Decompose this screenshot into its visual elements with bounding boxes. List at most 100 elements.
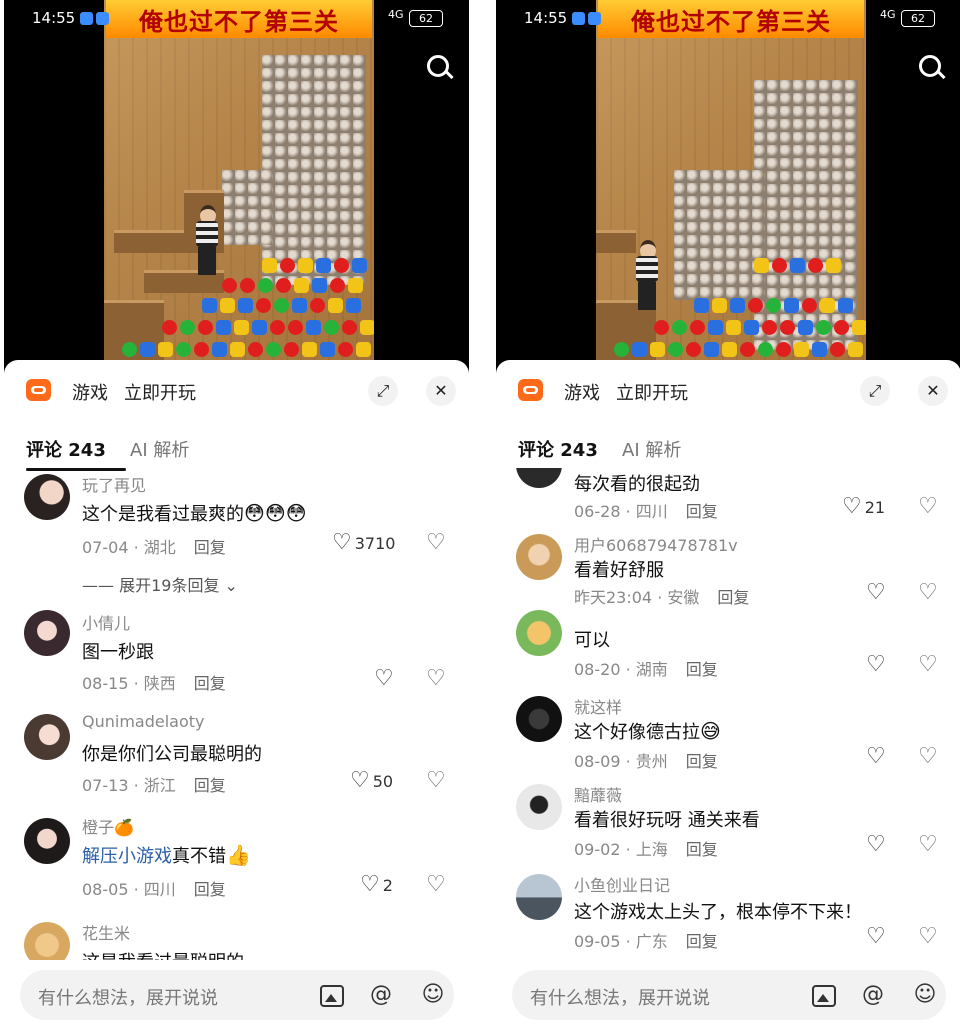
reply-button[interactable]: 回复 — [194, 538, 226, 557]
at-icon[interactable]: @ — [860, 982, 886, 1008]
dislike-icon[interactable]: ♡ — [918, 496, 938, 518]
character-figure — [192, 205, 222, 275]
heart-icon: ♡ — [332, 530, 352, 555]
game-icon — [518, 379, 543, 401]
like-button[interactable]: ♡ — [374, 668, 394, 690]
game-icon — [26, 379, 51, 401]
comment-author[interactable]: 就这样 — [574, 694, 622, 718]
dislike-icon[interactable]: ♡ — [426, 668, 446, 690]
tab-ai-analysis[interactable]: AI 解析 — [130, 436, 189, 462]
comment-list[interactable]: 玩了再见 这个是我看过最爽的😳😳😳 07-04 · 湖北 回复 ♡ 3710 ♡ —… — [4, 468, 469, 960]
phone-screen-right: 俺也过不了第三关 14:55 4G 62 游戏 立即开玩 ⤢ ✕ 评论 243 … — [496, 0, 960, 1024]
phone-screen-left: 俺也过不了第三关 14:55 4G 62 游戏 立即开玩 ⤢ ✕ 评论 243 … — [4, 0, 469, 1024]
comment-author[interactable]: 橙子🍊 — [82, 814, 134, 838]
tab-comments[interactable]: 评论 243 — [26, 436, 106, 462]
emoji-icon[interactable]: ☺ — [420, 982, 446, 1008]
like-button[interactable]: ♡ 2 — [360, 874, 393, 896]
avatar[interactable] — [516, 696, 562, 742]
comment-author[interactable]: 小鱼创业日记 — [574, 872, 670, 896]
heart-icon: ♡ — [866, 744, 886, 769]
tab-ai-analysis[interactable]: AI 解析 — [622, 436, 681, 462]
panel-header: 游戏 立即开玩 ⤢ ✕ — [24, 376, 456, 406]
comment-author[interactable]: 黯蘼薇 — [574, 782, 622, 806]
comment-author[interactable]: 玩了再见 — [82, 472, 146, 496]
comment-author[interactable]: 小倩儿 — [82, 610, 130, 634]
reply-button[interactable]: 回复 — [686, 660, 718, 679]
dislike-icon[interactable]: ♡ — [918, 834, 938, 856]
reply-button[interactable]: 回复 — [194, 880, 226, 899]
game-link[interactable]: 解压小游戏 — [82, 846, 172, 867]
notification-icons — [80, 12, 109, 25]
comment-input-bar[interactable]: 有什么想法，展开说说 @ ☺ — [20, 970, 454, 1020]
search-icon[interactable] — [916, 52, 946, 82]
comment-meta: 06-28 · 四川 回复 — [574, 502, 718, 521]
video-player[interactable]: 俺也过不了第三关 14:55 4G 62 — [4, 0, 469, 372]
comment-input[interactable]: 有什么想法，展开说说 — [530, 984, 710, 1010]
comment-meta: 08-15 · 陕西 回复 — [82, 674, 226, 693]
comment-author[interactable]: 用户606879478781v — [574, 532, 738, 556]
reply-button[interactable]: 回复 — [194, 674, 226, 693]
expand-icon[interactable]: ⤢ — [368, 376, 398, 406]
heart-icon: ♡ — [374, 666, 394, 691]
reply-button[interactable]: 回复 — [717, 588, 749, 607]
like-button[interactable]: ♡ — [866, 834, 886, 856]
comment-list[interactable]: 每次看的很起劲 06-28 · 四川 回复 ♡ 21 ♡ 用户60687947878… — [496, 468, 960, 960]
dislike-icon[interactable]: ♡ — [426, 532, 446, 554]
video-player[interactable]: 俺也过不了第三关 14:55 4G 62 — [496, 0, 960, 372]
close-icon[interactable]: ✕ — [426, 376, 456, 406]
reply-button[interactable]: 回复 — [686, 840, 718, 859]
avatar[interactable] — [516, 468, 562, 488]
dislike-icon[interactable]: ♡ — [918, 582, 938, 604]
tab-comments[interactable]: 评论 243 — [518, 436, 598, 462]
image-icon[interactable] — [812, 985, 836, 1007]
dislike-icon[interactable]: ♡ — [426, 874, 446, 896]
heart-icon: ♡ — [842, 494, 862, 519]
comment-input-bar[interactable]: 有什么想法，展开说说 @ ☺ — [512, 970, 946, 1020]
like-button[interactable]: ♡ 3710 — [332, 532, 395, 554]
avatar[interactable] — [24, 714, 70, 760]
reply-button[interactable]: 回复 — [194, 776, 226, 795]
reply-button[interactable]: 回复 — [686, 932, 718, 951]
comment-author[interactable]: 花生米 — [82, 920, 130, 944]
reply-button[interactable]: 回复 — [686, 502, 718, 521]
like-button[interactable]: ♡ — [866, 582, 886, 604]
emoji: 😳😳😳 — [244, 501, 307, 525]
play-now-link[interactable]: 立即开玩 — [616, 379, 688, 405]
avatar[interactable] — [24, 922, 70, 960]
expand-replies-button[interactable]: —— 展开19条回复 ⌄ — [82, 572, 238, 596]
avatar[interactable] — [516, 784, 562, 830]
reply-button[interactable]: 回复 — [686, 752, 718, 771]
comment-text: 可以 — [574, 630, 610, 651]
like-button[interactable]: ♡ — [866, 926, 886, 948]
close-icon[interactable]: ✕ — [918, 376, 948, 406]
comment-tabs: 评论 243 AI 解析 — [26, 436, 446, 471]
comment-input[interactable]: 有什么想法，展开说说 — [38, 984, 218, 1010]
comment-text: 你是你们公司最聪明的 — [82, 744, 262, 765]
avatar[interactable] — [24, 818, 70, 864]
avatar[interactable] — [516, 874, 562, 920]
play-now-link[interactable]: 立即开玩 — [124, 379, 196, 405]
avatar[interactable] — [24, 474, 70, 520]
search-icon[interactable] — [424, 52, 454, 82]
image-icon[interactable] — [320, 985, 344, 1007]
battery-icon: 62 — [901, 10, 935, 27]
comment-panel: 游戏 立即开玩 ⤢ ✕ 评论 243 AI 解析 每次看的很起劲 06-28 ·… — [496, 360, 960, 1024]
like-button[interactable]: ♡ 50 — [350, 770, 393, 792]
comment-panel: 游戏 立即开玩 ⤢ ✕ 评论 243 AI 解析 玩了再见 这个是我看过最爽的😳… — [4, 360, 469, 1024]
comment-meta: 08-09 · 贵州 回复 — [574, 752, 718, 771]
avatar[interactable] — [516, 610, 562, 656]
like-button[interactable]: ♡ — [866, 746, 886, 768]
like-button[interactable]: ♡ 21 — [842, 496, 885, 518]
expand-icon[interactable]: ⤢ — [860, 376, 890, 406]
status-bar: 14:55 4G 62 — [496, 6, 960, 32]
like-button[interactable]: ♡ — [866, 654, 886, 676]
dislike-icon[interactable]: ♡ — [918, 746, 938, 768]
comment-author[interactable]: Qunimadelaoty — [82, 712, 205, 731]
dislike-icon[interactable]: ♡ — [918, 654, 938, 676]
avatar[interactable] — [516, 534, 562, 580]
emoji-icon[interactable]: ☺ — [912, 982, 938, 1008]
avatar[interactable] — [24, 610, 70, 656]
dislike-icon[interactable]: ♡ — [918, 926, 938, 948]
at-icon[interactable]: @ — [368, 982, 394, 1008]
dislike-icon[interactable]: ♡ — [426, 770, 446, 792]
